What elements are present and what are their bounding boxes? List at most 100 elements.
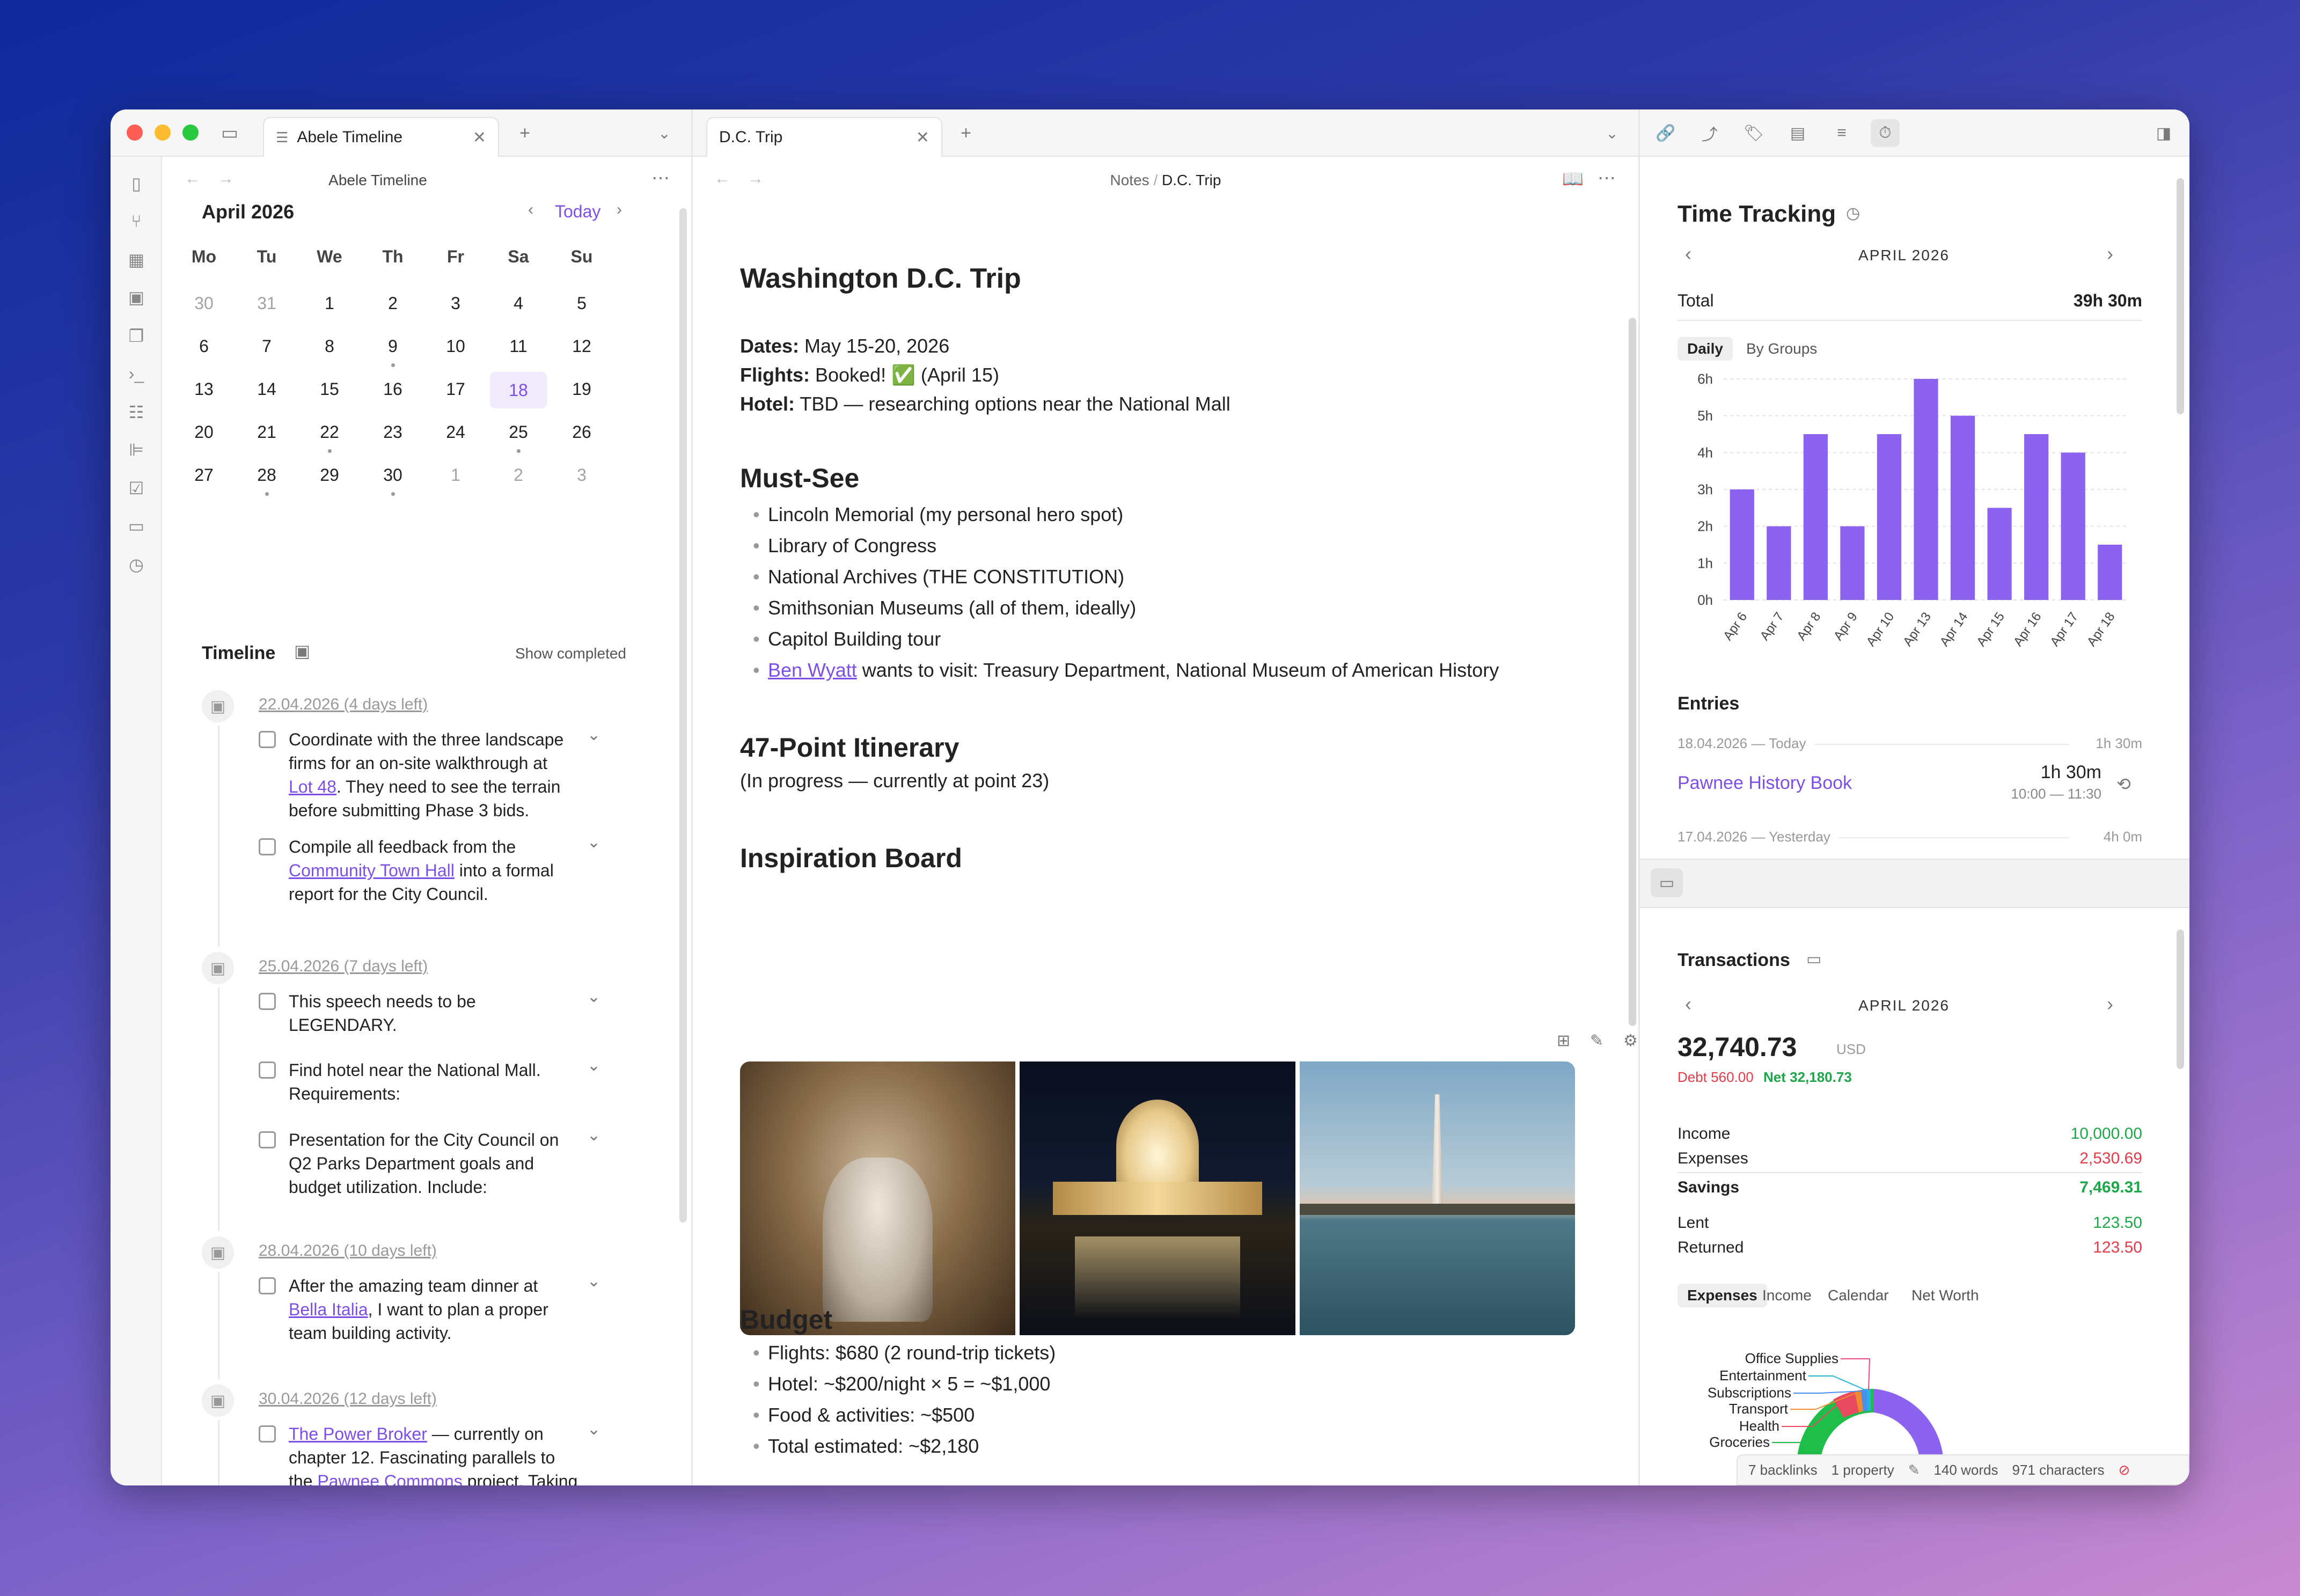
calendar-day[interactable]: 2 (497, 465, 540, 485)
calendar-day[interactable]: 23 (371, 422, 414, 442)
task-checkbox[interactable] (259, 1425, 276, 1443)
sidebar-toggle-icon[interactable]: ▭ (218, 121, 241, 145)
calendar-day[interactable]: 24 (434, 422, 477, 442)
copy-icon[interactable]: ❐ (126, 325, 147, 347)
expand-chevron-icon[interactable]: ⌄ (587, 987, 600, 1006)
bar-apr-9[interactable] (1840, 526, 1865, 600)
calendar-day[interactable]: 3 (434, 294, 477, 313)
note-link[interactable]: Community Town Hall (289, 861, 455, 880)
calendar-day[interactable]: 30 (182, 294, 225, 313)
calendar-day[interactable]: 20 (182, 422, 225, 442)
stopwatch-icon[interactable]: ⏱ (1871, 119, 1900, 147)
tab-list-chevron-icon[interactable]: ⌄ (653, 121, 676, 145)
add-image-icon[interactable]: ⊞ (1557, 1031, 1570, 1050)
calendar-add-icon[interactable]: ▣ (294, 641, 310, 661)
timeline-date[interactable]: 30.04.2026 (12 days left) (259, 1390, 437, 1408)
calendar-day[interactable]: 25 (497, 422, 540, 442)
scrollbar[interactable] (1629, 318, 1636, 1026)
bar-apr-10[interactable] (1877, 434, 1902, 600)
calendar-day[interactable]: 4 (497, 294, 540, 313)
calendar-day[interactable]: 31 (245, 294, 288, 313)
task-checkbox[interactable] (259, 838, 276, 855)
timer-icon[interactable]: ◷ (1846, 204, 1860, 223)
calendar-day[interactable]: 30 (371, 465, 414, 485)
ben-wyatt-link[interactable]: Ben Wyatt (768, 659, 857, 681)
calendar-day[interactable]: 9 (371, 336, 414, 356)
tab-dc-trip[interactable]: D.C. Trip ✕ (706, 117, 942, 157)
calendar-day[interactable]: 19 (560, 379, 603, 399)
calendar-day[interactable]: 5 (560, 294, 603, 313)
timer-icon[interactable]: ◷ (126, 554, 147, 575)
note-link[interactable]: The Power Broker (289, 1424, 427, 1444)
calendar-day[interactable]: 12 (560, 336, 603, 356)
timeline-date[interactable]: 22.04.2026 (4 days left) (259, 695, 428, 714)
calendar-day[interactable]: 3 (560, 465, 603, 485)
tasks-icon[interactable]: ☑ (126, 478, 147, 499)
tab-calendar[interactable]: Calendar (1818, 1284, 1899, 1307)
calendar-day[interactable]: 6 (182, 336, 225, 356)
calendar-icon[interactable]: ▣ (126, 287, 147, 308)
tag-icon[interactable]: 🏷 (1742, 121, 1766, 145)
tab-list-chevron-icon[interactable]: ⌄ (1600, 121, 1624, 145)
close-tab-icon[interactable]: ✕ (916, 128, 929, 147)
bar-apr-17[interactable] (2061, 452, 2085, 600)
expand-chevron-icon[interactable]: ⌄ (587, 1272, 600, 1291)
outgoing-link-icon[interactable]: ⤴ (1698, 121, 1722, 145)
image-gallery[interactable] (740, 1061, 1575, 1335)
task-checkbox[interactable] (259, 1061, 276, 1079)
edit-mode-icon[interactable]: ✎ (1908, 1462, 1920, 1478)
next-month-icon[interactable]: › (617, 201, 622, 219)
settings-icon[interactable]: ⚙ (1623, 1031, 1638, 1050)
scrollbar[interactable] (2177, 178, 2184, 414)
next-month-icon[interactable]: › (2107, 243, 2113, 265)
dashboard-icon[interactable]: ▦ (126, 249, 147, 270)
task-checkbox[interactable] (259, 731, 276, 748)
more-options-icon[interactable]: ⋯ (651, 167, 670, 189)
right-sidebar-toggle-icon[interactable]: ◨ (2152, 121, 2176, 145)
note-link[interactable]: Bella Italia (289, 1300, 368, 1319)
archive-icon[interactable]: ▤ (1786, 121, 1810, 145)
calendar-day[interactable]: 13 (182, 379, 225, 399)
calendar-day[interactable]: 21 (245, 422, 288, 442)
today-button[interactable]: Today (555, 202, 600, 222)
gantt-icon[interactable]: ⊫ (126, 439, 147, 460)
bar-apr-13[interactable] (1914, 379, 1938, 600)
expand-chevron-icon[interactable]: ⌄ (587, 833, 600, 852)
property-count[interactable]: 1 property (1832, 1462, 1894, 1478)
bar-apr-15[interactable] (1987, 508, 2012, 600)
more-options-icon[interactable]: ⋯ (1598, 167, 1616, 189)
calendar-day[interactable]: 28 (245, 465, 288, 485)
calendar-day[interactable]: 8 (308, 336, 351, 356)
tab-abele-timeline[interactable]: ☰ Abele Timeline ✕ (263, 117, 499, 157)
expand-chevron-icon[interactable]: ⌄ (587, 1056, 600, 1075)
bar-apr-14[interactable] (1950, 415, 1975, 600)
edit-icon[interactable]: ✎ (1590, 1031, 1603, 1050)
calendar-day[interactable]: 1 (308, 294, 351, 313)
bar-apr-18[interactable] (2098, 545, 2122, 600)
add-transaction-icon[interactable]: ▭ (1806, 950, 1821, 969)
search-file-icon[interactable]: ▯ (126, 173, 147, 194)
new-tab-icon[interactable]: + (513, 121, 537, 145)
backlinks-count[interactable]: 7 backlinks (1748, 1462, 1818, 1478)
by-groups-tab[interactable]: By Groups (1737, 337, 1827, 361)
tab-income[interactable]: Income (1753, 1284, 1821, 1307)
wallet-icon[interactable]: ▭ (126, 515, 147, 537)
calendar-day[interactable]: 10 (434, 336, 477, 356)
calendar-day[interactable]: 11 (497, 336, 540, 356)
calendar-day[interactable]: 2 (371, 294, 414, 313)
calendar-day[interactable]: 22 (308, 422, 351, 442)
capitol-building-image[interactable] (1020, 1061, 1295, 1335)
bar-apr-8[interactable] (1803, 434, 1828, 600)
close-window-button[interactable] (127, 125, 143, 141)
tab-net-worth[interactable]: Net Worth (1902, 1284, 1989, 1307)
reading-view-icon[interactable]: 📖 (1562, 169, 1584, 189)
breadcrumb-root[interactable]: Notes (1110, 172, 1149, 188)
calendar-day[interactable]: 18 (490, 372, 547, 408)
expand-chevron-icon[interactable]: ⌄ (587, 1420, 600, 1439)
scrollbar[interactable] (679, 208, 687, 1222)
calendar-day[interactable]: 26 (560, 422, 603, 442)
checklist-icon[interactable]: ☷ (126, 401, 147, 423)
lincoln-memorial-image[interactable] (740, 1061, 1016, 1335)
restart-timer-icon[interactable]: ⟲ (2116, 774, 2131, 794)
link-icon[interactable]: 🔗 (1654, 121, 1678, 145)
